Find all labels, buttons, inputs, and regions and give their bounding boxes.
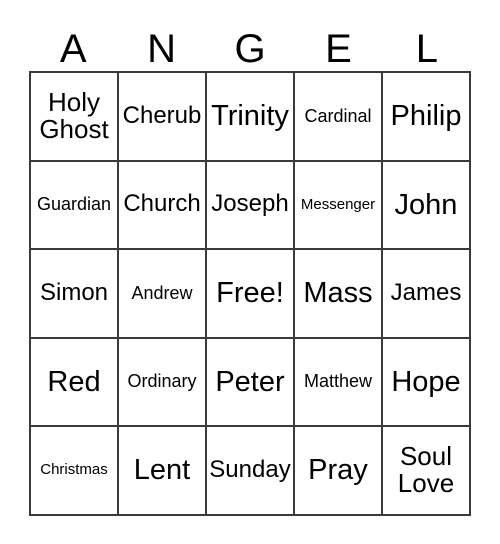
bingo-row: Red Ordinary Peter Matthew Hope: [31, 338, 471, 427]
bingo-cell-label: Matthew: [303, 371, 373, 392]
bingo-cell-label: Guardian: [36, 194, 112, 215]
bingo-cell-label: Lent: [133, 454, 191, 487]
bingo-header-letter-g: G: [234, 27, 266, 71]
bingo-cell[interactable]: Red: [31, 338, 119, 427]
bingo-card: A N G E L Holy Ghost Cherub Trinity Card…: [29, 12, 471, 516]
bingo-header-letter-n: N: [147, 27, 177, 71]
bingo-grid: Holy Ghost Cherub Trinity Cardinal Phili…: [29, 71, 471, 516]
bingo-cell-label: Messenger: [300, 195, 376, 213]
bingo-cell-label: James: [390, 278, 462, 306]
bingo-cell[interactable]: Pray: [295, 427, 383, 516]
bingo-cell-label: Cardinal: [304, 105, 372, 126]
bingo-cell-label: Holy Ghost: [39, 87, 109, 145]
bingo-cell-label: Sunday: [209, 455, 291, 483]
bingo-cell[interactable]: Soul Love: [383, 427, 471, 516]
bingo-cell-label: Ordinary: [127, 371, 197, 392]
bingo-cell-label: Trinity: [211, 100, 289, 133]
bingo-row: Simon Andrew Free! Mass James: [31, 250, 471, 339]
bingo-header-letter-e: E: [325, 27, 352, 71]
bingo-cell[interactable]: James: [383, 250, 471, 339]
bingo-cell-label: Joseph: [211, 190, 289, 218]
bingo-cell[interactable]: Lent: [119, 427, 207, 516]
bingo-header-letter-a: A: [59, 27, 87, 71]
bingo-cell[interactable]: Church: [119, 161, 207, 250]
bingo-cell[interactable]: Joseph: [207, 161, 295, 250]
bingo-cell[interactable]: Andrew: [119, 250, 207, 339]
bingo-cell[interactable]: Matthew: [295, 338, 383, 427]
bingo-row: Holy Ghost Cherub Trinity Cardinal Phili…: [31, 73, 471, 162]
bingo-cell[interactable]: John: [383, 161, 471, 250]
bingo-cell-label: Soul Love: [397, 441, 455, 499]
bingo-cell[interactable]: Hope: [383, 338, 471, 427]
bingo-cell-label: Christmas: [40, 461, 108, 479]
bingo-cell[interactable]: Mass: [295, 250, 383, 339]
bingo-cell-label: John: [394, 188, 458, 221]
bingo-row: Christmas Lent Sunday Pray Soul Love: [31, 427, 471, 516]
bingo-header-letter-l: L: [415, 27, 438, 71]
bingo-header: A N G E L: [29, 12, 471, 71]
bingo-cell[interactable]: Christmas: [31, 427, 119, 516]
bingo-cell[interactable]: Trinity: [207, 73, 295, 162]
bingo-cell[interactable]: Philip: [383, 73, 471, 162]
bingo-cell[interactable]: Simon: [31, 250, 119, 339]
bingo-cell-label: Hope: [391, 365, 461, 398]
bingo-cell-label: Mass: [303, 277, 373, 310]
bingo-cell[interactable]: Peter: [207, 338, 295, 427]
bingo-cell[interactable]: Cardinal: [295, 73, 383, 162]
bingo-cell-label: Cherub: [122, 101, 202, 129]
bingo-cell-label: Simon: [39, 278, 109, 306]
bingo-cell-label: Philip: [390, 100, 462, 133]
bingo-cell-label: Pray: [308, 454, 368, 487]
bingo-cell-label: Red: [47, 365, 101, 398]
bingo-cell-free[interactable]: Free!: [207, 250, 295, 339]
bingo-cell[interactable]: Messenger: [295, 161, 383, 250]
bingo-cell[interactable]: Guardian: [31, 161, 119, 250]
bingo-cell[interactable]: Ordinary: [119, 338, 207, 427]
bingo-cell[interactable]: Holy Ghost: [31, 73, 119, 162]
bingo-cell-label: Church: [123, 190, 201, 218]
bingo-cell-label: Andrew: [131, 282, 193, 303]
bingo-cell-label: Peter: [215, 365, 285, 398]
bingo-cell[interactable]: Sunday: [207, 427, 295, 516]
bingo-cell-label: Free!: [216, 277, 284, 310]
bingo-cell[interactable]: Cherub: [119, 73, 207, 162]
bingo-row: Guardian Church Joseph Messenger John: [31, 161, 471, 250]
